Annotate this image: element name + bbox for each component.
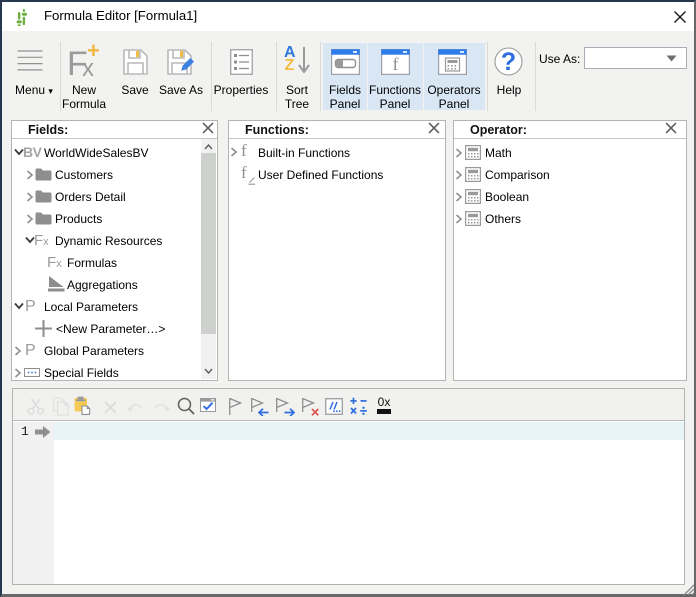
svg-text:f: f bbox=[393, 54, 399, 74]
svg-text:?: ? bbox=[501, 48, 516, 76]
